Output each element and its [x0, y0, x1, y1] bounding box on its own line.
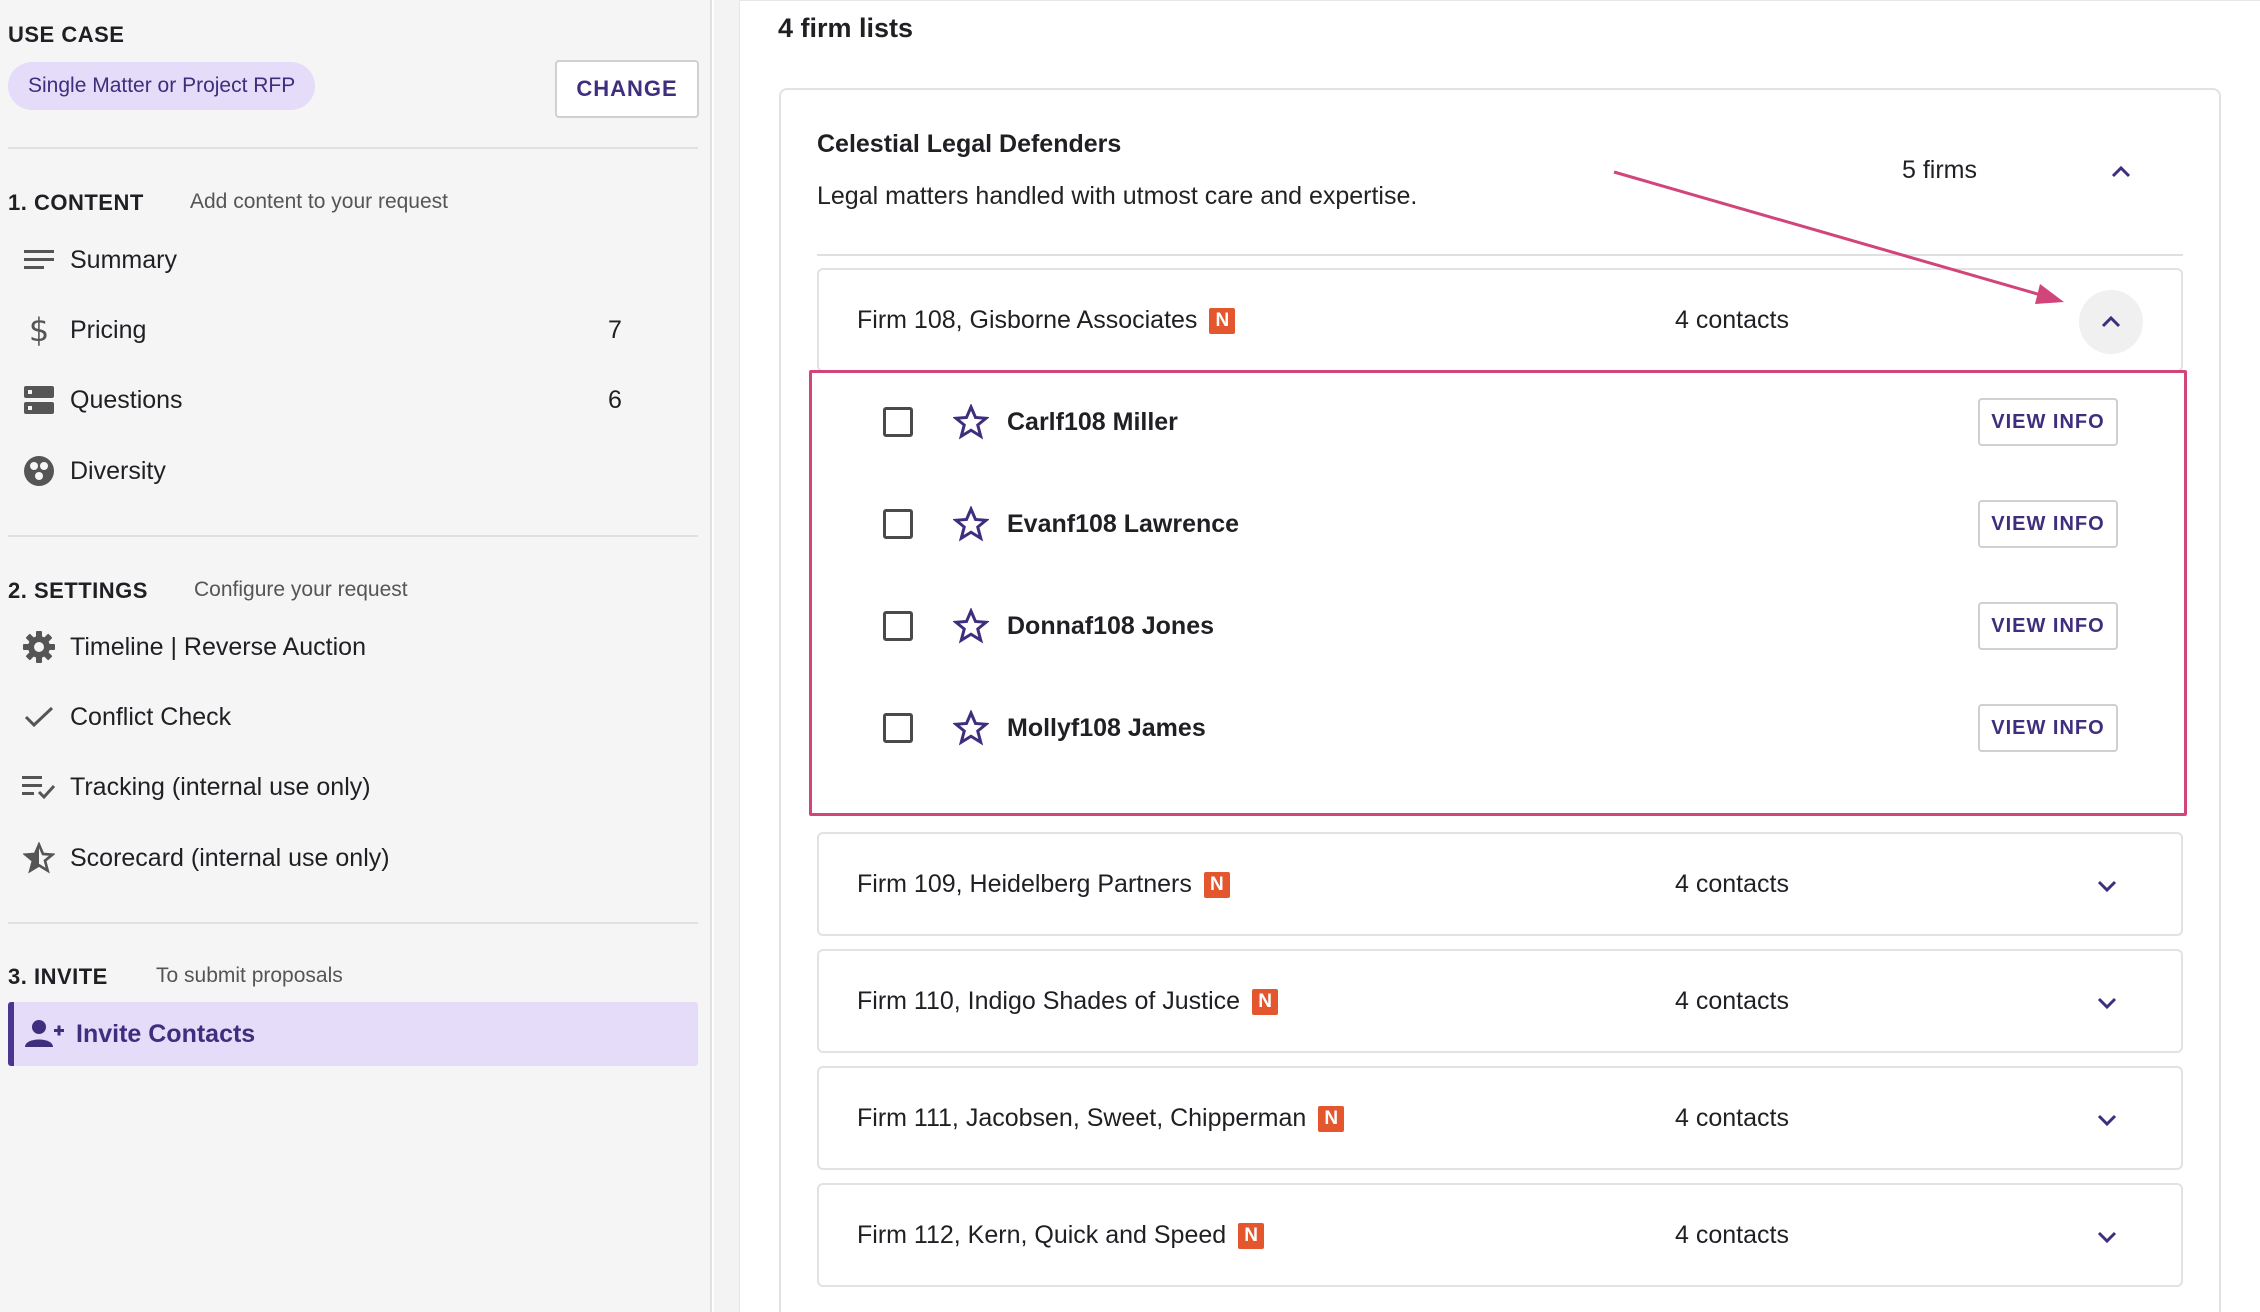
- firm-row[interactable]: Firm 109, Heidelberg Partners N 4 contac…: [817, 832, 2183, 936]
- panel-gutter: [714, 0, 740, 1312]
- svg-text:$: $: [29, 313, 49, 347]
- sidebar-item-label: Diversity: [70, 456, 166, 485]
- sidebar-item-label: Invite Contacts: [76, 1019, 256, 1048]
- sidebar-item-label: Summary: [70, 245, 177, 274]
- sidebar-item-timeline[interactable]: Timeline | Reverse Auction: [8, 617, 698, 677]
- check-icon: [8, 705, 70, 729]
- sidebar-item-pricing[interactable]: $ Pricing 7: [8, 300, 698, 360]
- new-badge: N: [1238, 1222, 1265, 1249]
- sidebar-item-label: Questions: [70, 385, 183, 414]
- new-badge: N: [1252, 988, 1279, 1015]
- sidebar-item-label: Scorecard (internal use only): [70, 843, 390, 872]
- change-button[interactable]: CHANGE: [555, 60, 699, 118]
- firm-name: Firm 109, Heidelberg Partners: [857, 870, 1192, 898]
- page-title: 4 firm lists: [778, 13, 914, 43]
- divider: [8, 147, 698, 149]
- use-case-chip: Single Matter or Project RFP: [8, 62, 316, 110]
- sidebar-item-label: Tracking (internal use only): [70, 772, 371, 801]
- chevron-up-icon[interactable]: [2107, 158, 2135, 191]
- sidebar-item-tracking[interactable]: Tracking (internal use only): [8, 757, 698, 817]
- invite-section-heading: 3. INVITE: [8, 964, 108, 989]
- sidebar-item-scorecard[interactable]: Scorecard (internal use only): [8, 828, 698, 888]
- sidebar: USE CASE Single Matter or Project RFP CH…: [0, 0, 712, 1312]
- sidebar-item-invite-contacts[interactable]: Invite Contacts: [8, 1002, 698, 1066]
- chevron-down-icon[interactable]: [2087, 1100, 2127, 1140]
- new-badge: N: [1203, 871, 1230, 898]
- firm-list-count: 5 firms: [1902, 156, 1977, 184]
- firm-row[interactable]: Firm 112, Kern, Quick and Speed N 4 cont…: [817, 1183, 2183, 1287]
- person-add-icon: [14, 1019, 76, 1049]
- sidebar-item-label: Pricing: [70, 315, 147, 344]
- firm-row[interactable]: Firm 111, Jacobsen, Sweet, Chipperman N …: [817, 1066, 2183, 1170]
- annotation-highlight-box: [809, 370, 2187, 816]
- divider: [8, 535, 698, 537]
- firm-contact-count: 4 contacts: [1675, 1221, 1789, 1249]
- firm-name: Firm 108, Gisborne Associates: [857, 306, 1198, 334]
- chevron-down-icon[interactable]: [2087, 1217, 2127, 1257]
- new-badge: N: [1209, 307, 1236, 334]
- firm-list-name: Celestial Legal Defenders: [817, 130, 1122, 158]
- divider: [8, 922, 698, 924]
- settings-section-heading: 2. SETTINGS: [8, 578, 148, 603]
- use-case-title: USE CASE: [8, 22, 125, 47]
- new-badge: N: [1318, 1105, 1345, 1132]
- content-section-subtitle: Add content to your request: [190, 190, 448, 213]
- firm-name: Firm 110, Indigo Shades of Justice: [857, 987, 1241, 1015]
- top-border: [740, 0, 2260, 1]
- firm-contact-count: 4 contacts: [1675, 1104, 1789, 1132]
- storage-icon: [8, 386, 70, 414]
- lines-icon: [8, 248, 70, 272]
- sidebar-item-label: Timeline | Reverse Auction: [70, 632, 366, 661]
- invite-section-subtitle: To submit proposals: [156, 964, 343, 987]
- firm-row[interactable]: Firm 108, Gisborne Associates N 4 contac…: [817, 268, 2183, 372]
- sidebar-item-conflict-check[interactable]: Conflict Check: [8, 687, 698, 747]
- sidebar-item-diversity[interactable]: Diversity: [8, 441, 698, 501]
- chevron-up-icon[interactable]: [2079, 290, 2143, 354]
- dollar-icon: $: [8, 313, 70, 347]
- star-half-icon: [8, 842, 70, 874]
- settings-section-subtitle: Configure your request: [194, 578, 408, 601]
- chevron-down-icon[interactable]: [2087, 983, 2127, 1023]
- firm-name: Firm 112, Kern, Quick and Speed: [857, 1221, 1227, 1249]
- questions-count: 6: [608, 385, 622, 414]
- pricing-count: 7: [608, 315, 622, 344]
- diversity-icon: [8, 455, 70, 487]
- firm-contact-count: 4 contacts: [1675, 987, 1789, 1015]
- sidebar-item-label: Conflict Check: [70, 702, 232, 731]
- checklist-icon: [8, 774, 70, 800]
- divider: [817, 254, 2183, 256]
- sidebar-item-summary[interactable]: Summary: [8, 230, 698, 290]
- firm-name: Firm 111, Jacobsen, Sweet, Chipperman: [857, 1104, 1307, 1132]
- firm-contact-count: 4 contacts: [1675, 306, 1789, 334]
- sidebar-item-questions[interactable]: Questions 6: [8, 370, 698, 430]
- firm-row[interactable]: Firm 110, Indigo Shades of Justice N 4 c…: [817, 949, 2183, 1053]
- firm-contact-count: 4 contacts: [1675, 870, 1789, 898]
- firm-list-description: Legal matters handled with utmost care a…: [817, 182, 1418, 210]
- content-section-heading: 1. CONTENT: [8, 190, 144, 215]
- chevron-down-icon[interactable]: [2087, 866, 2127, 906]
- gear-icon: [8, 631, 70, 663]
